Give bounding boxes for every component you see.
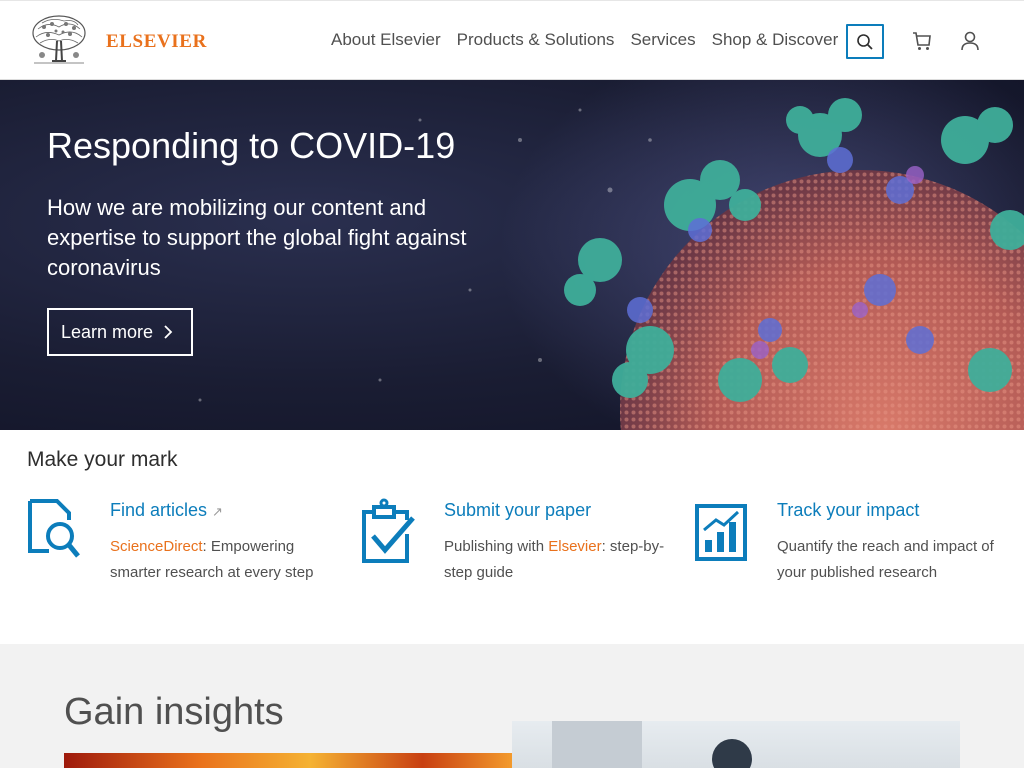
mark-item-track-impact: Track your impact Quantify the reach and… — [694, 498, 1014, 598]
cart-button[interactable] — [906, 25, 938, 57]
find-articles-label: Find articles — [110, 500, 208, 520]
external-link-icon: ↗ — [212, 504, 223, 519]
user-icon — [961, 31, 979, 51]
search-icon — [857, 33, 873, 50]
gain-insights-section: Gain insights — [0, 644, 1024, 768]
sciencedirect-link[interactable]: ScienceDirect — [110, 538, 203, 555]
nav-item-about[interactable]: About Elsevier — [331, 30, 441, 50]
clipboard-check-icon — [362, 498, 415, 563]
document-search-icon — [28, 499, 80, 558]
track-impact-description: Quantify the reach and impact of your pu… — [777, 538, 994, 581]
mark-item-find-articles: Find articles ↗ ScienceDirect: Empowering… — [27, 498, 347, 598]
hero-subtitle: How we are mobilizing our content and ex… — [47, 195, 467, 280]
bar-chart-icon — [695, 504, 747, 561]
insights-image-virus[interactable] — [64, 753, 512, 768]
submit-paper-description: Publishing with Elsevier: step-by-step g… — [444, 534, 674, 586]
lab-background-shape — [552, 721, 642, 768]
hero-title: Responding to COVID-19 — [47, 125, 456, 166]
find-articles-description: ScienceDirect: Empowering smarter resear… — [110, 534, 340, 586]
section-title-make-your-mark: Make your mark — [27, 448, 178, 471]
search-button[interactable] — [846, 24, 884, 59]
logo-wordmark: ELSEVIER — [106, 31, 207, 52]
track-impact-link[interactable]: Track your impact — [777, 500, 919, 521]
learn-more-label: Learn more — [61, 321, 154, 342]
submit-desc-pre: Publishing with — [444, 538, 549, 555]
tree-logo-icon — [30, 15, 88, 67]
section-title-gain-insights: Gain insights — [64, 691, 284, 733]
nav-item-products[interactable]: Products & Solutions — [457, 30, 615, 50]
site-header: ELSEVIER About Elsevier Products & Solut… — [0, 0, 1024, 80]
chevron-right-icon — [164, 325, 173, 339]
mark-item-submit-paper: Submit your paper Publishing with Elsevi… — [361, 498, 681, 598]
learn-more-button[interactable]: Learn more — [47, 308, 193, 356]
submit-paper-link[interactable]: Submit your paper — [444, 500, 591, 521]
lab-figure-shape — [712, 739, 752, 768]
elsevier-logo[interactable]: ELSEVIER — [30, 15, 210, 67]
nav-item-services[interactable]: Services — [630, 30, 695, 50]
cart-icon — [913, 32, 931, 50]
main-nav: About Elsevier Products & Solutions Serv… — [331, 30, 854, 50]
account-button[interactable] — [954, 25, 986, 57]
insights-image-lab[interactable] — [512, 721, 960, 768]
nav-item-shop[interactable]: Shop & Discover — [712, 30, 839, 50]
find-articles-link[interactable]: Find articles ↗ — [110, 500, 223, 521]
elsevier-link[interactable]: Elsevier — [548, 538, 601, 555]
hero-banner: Responding to COVID-19 How we are mobili… — [0, 80, 1024, 430]
